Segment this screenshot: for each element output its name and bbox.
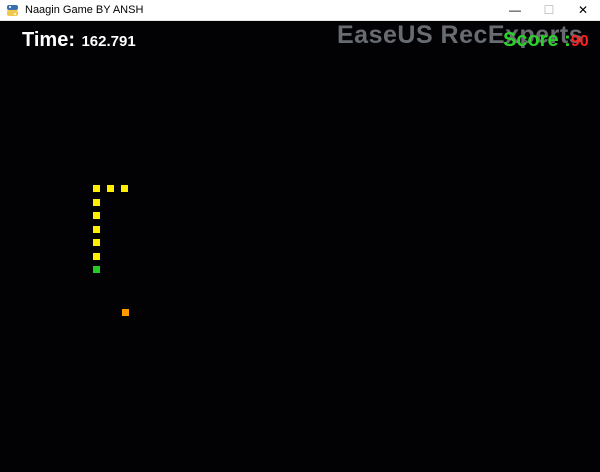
- snake-body-segment: [93, 199, 100, 206]
- title-bar: Naagin Game BY ANSH — ☐ ✕: [0, 0, 600, 21]
- score-display: Score :90: [503, 29, 589, 52]
- snake-body-segment: [93, 185, 100, 192]
- window-title: Naagin Game BY ANSH: [25, 4, 144, 16]
- snake-body-segment: [107, 185, 114, 192]
- score-label: Score :: [503, 29, 571, 51]
- time-label: Time:: [22, 29, 75, 51]
- food-item: [122, 309, 129, 316]
- snake-body-segment: [121, 185, 128, 192]
- snake-body-segment: [93, 212, 100, 219]
- time-value: 162.791: [81, 33, 136, 50]
- snake-body-segment: [93, 253, 100, 260]
- close-button[interactable]: ✕: [566, 0, 600, 20]
- window-controls: — ☐ ✕: [498, 0, 600, 20]
- game-canvas[interactable]: Time: 162.791 EaseUS RecExperts Score :9…: [0, 21, 600, 472]
- snake-body-segment: [93, 226, 100, 233]
- snake-body-segment: [93, 239, 100, 246]
- snake-head: [93, 266, 100, 273]
- score-value: 90: [570, 33, 589, 50]
- minimize-button[interactable]: —: [498, 0, 532, 20]
- time-display: Time: 162.791: [22, 29, 136, 52]
- maximize-button[interactable]: ☐: [532, 0, 566, 20]
- python-app-icon: [6, 4, 19, 17]
